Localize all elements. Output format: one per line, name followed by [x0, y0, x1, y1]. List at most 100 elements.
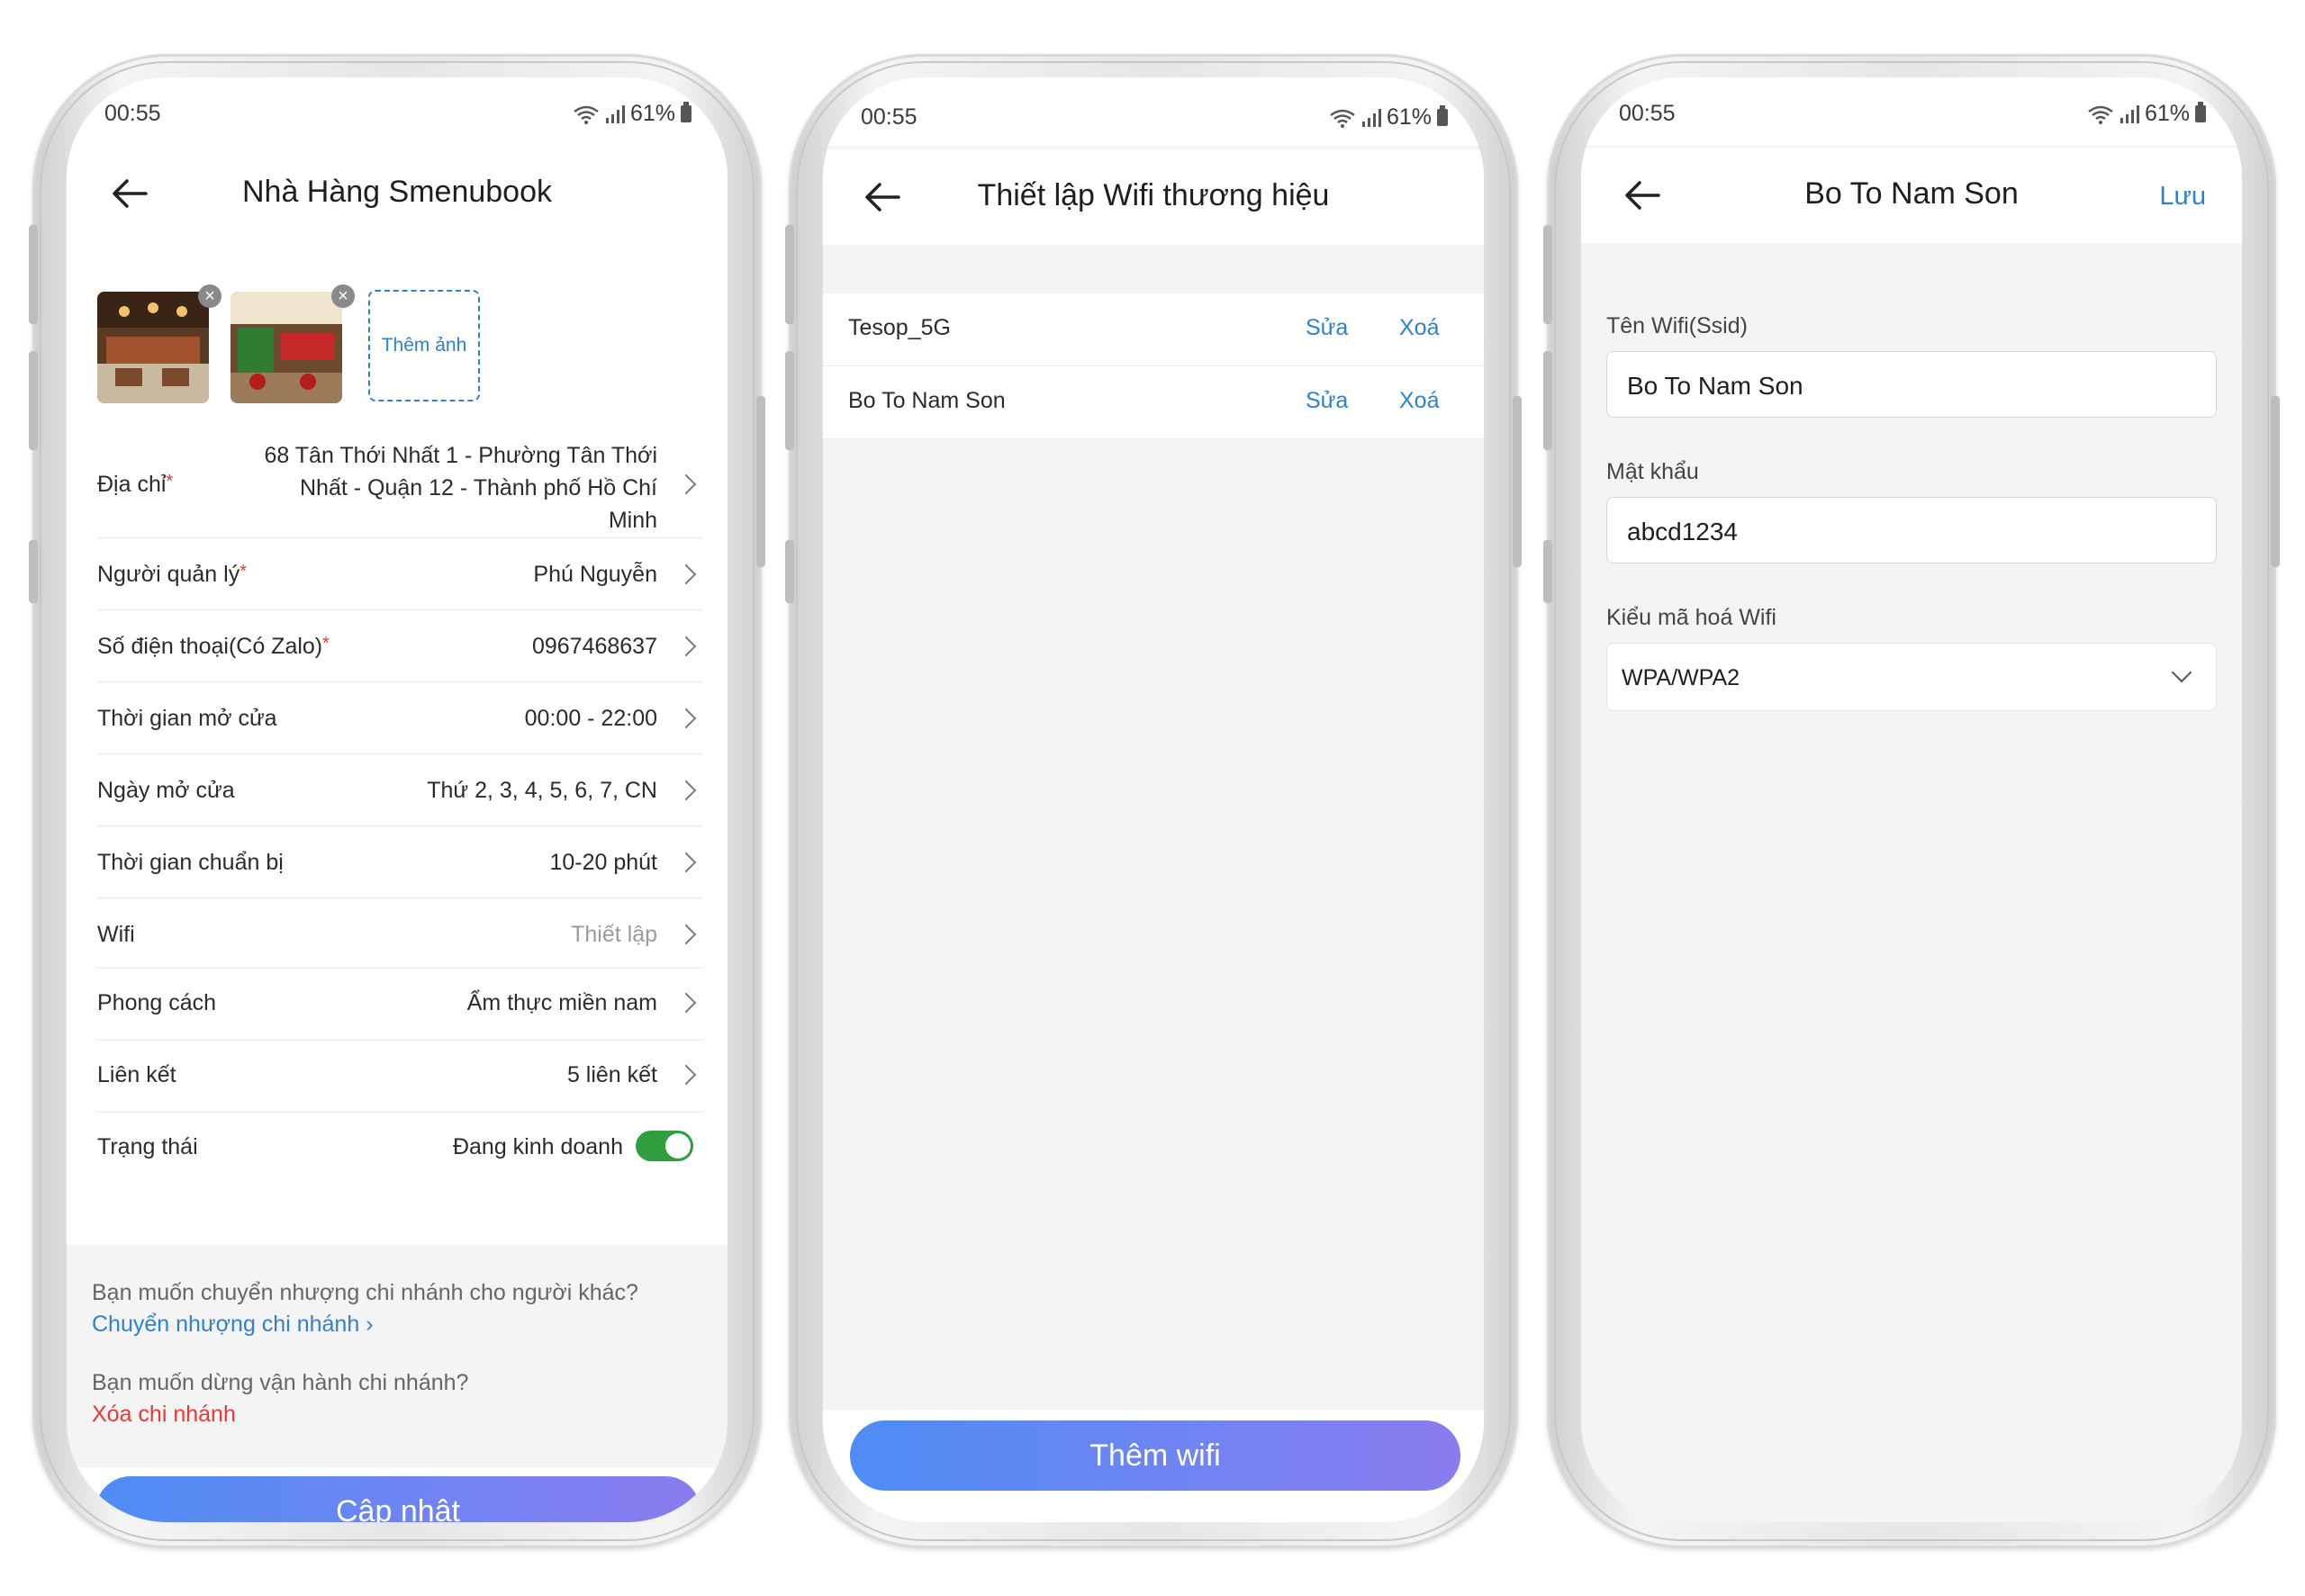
battery-level: 61%	[629, 101, 675, 126]
stop-question: Bạn muốn dừng vận hành chi nhánh?	[92, 1370, 469, 1395]
row-style[interactable]: Phong cách Ẩm thực miền nam	[97, 969, 702, 1041]
ssid-label: Tên Wifi(Ssid)	[1606, 313, 1748, 338]
transfer-branch-label: Chuyển nhượng chi nhánh	[92, 1312, 360, 1337]
delete-wifi-button[interactable]: Xoá	[1399, 388, 1439, 414]
delete-wifi-button[interactable]: Xoá	[1399, 315, 1439, 341]
status-time: 00:55	[1619, 101, 1676, 126]
wifi-list-item: Tesop_5G Sửa Xoá	[823, 293, 1484, 366]
row-wifi-label: Wifi	[97, 922, 135, 947]
restaurant-photo-1[interactable]	[97, 292, 209, 403]
row-opening-time-value: 00:00 - 22:00	[524, 706, 657, 731]
cell-signal-icon	[1361, 108, 1381, 127]
chevron-right-icon	[675, 992, 697, 1014]
bottom-action-bar: Thêm wifi	[823, 1410, 1484, 1522]
toggle-knob	[665, 1133, 691, 1159]
row-opening-days[interactable]: Ngày mở cửa Thứ 2, 3, 4, 5, 6, 7, CN	[97, 754, 702, 826]
chevron-right-icon	[675, 780, 697, 801]
update-button[interactable]: Cập nhật	[95, 1476, 701, 1522]
bottom-action-bar: Cập nhật	[67, 1467, 728, 1522]
row-address[interactable]: Địa chỉ* 68 Tân Thới Nhất 1 - Phường Tân…	[97, 428, 702, 538]
chevron-right-icon	[675, 473, 697, 495]
chevron-right-icon	[675, 708, 697, 729]
nav-bar: Thiết lập Wifi thương hiệu	[823, 149, 1484, 245]
row-prep-time[interactable]: Thời gian chuẩn bị 10-20 phút	[97, 826, 702, 898]
row-wifi[interactable]: Wifi Thiết lập	[97, 898, 702, 969]
required-mark: *	[166, 472, 174, 491]
battery-level: 61%	[2144, 101, 2190, 126]
wifi-signal-icon	[574, 105, 599, 124]
battery-icon	[681, 102, 692, 122]
chevron-right-icon	[675, 852, 697, 873]
wifi-name: Tesop_5G	[848, 315, 951, 340]
row-phone-value: 0967468637	[531, 634, 657, 659]
row-prep-time-value: 10-20 phút	[549, 850, 657, 875]
row-wifi-value: Thiết lập	[571, 922, 657, 947]
battery-level: 61%	[1386, 104, 1432, 130]
chevron-right-icon	[675, 924, 697, 945]
wifi-list: Tesop_5G Sửa Xoá Bo To Nam Son Sửa Xoá	[823, 293, 1484, 439]
phone-frame-1: 00:55 61% Nhà Hàng Smenubook × × Thêm ản…	[29, 54, 765, 1548]
required-mark: *	[322, 634, 330, 654]
status-bar: 00:55 61%	[823, 77, 1484, 146]
edit-wifi-button[interactable]: Sửa	[1306, 315, 1348, 341]
cell-signal-icon	[2120, 104, 2139, 123]
address-line-2: Nhất - Quận 12 - Thành phố Hồ Chí	[300, 475, 657, 500]
encryption-select[interactable]: WPA/WPA2	[1606, 643, 2217, 711]
wifi-list-item: Bo To Nam Son Sửa Xoá	[823, 366, 1484, 439]
status-toggle[interactable]	[636, 1131, 693, 1161]
status-time: 00:55	[104, 101, 161, 126]
row-links-label: Liên kết	[97, 1062, 176, 1087]
status-time: 00:55	[861, 104, 917, 130]
row-links-value: 5 liên kết	[566, 1062, 657, 1087]
encryption-label: Kiểu mã hoá Wifi	[1606, 605, 1776, 630]
chevron-right-icon	[675, 564, 697, 585]
row-phone[interactable]: Số điện thoại(Có Zalo)* 0967468637	[97, 610, 702, 682]
transfer-branch-link[interactable]: Chuyển nhượng chi nhánh ›	[92, 1312, 374, 1338]
wifi-signal-icon	[2088, 105, 2113, 124]
row-opening-time[interactable]: Thời gian mở cửa 00:00 - 22:00	[97, 682, 702, 754]
wifi-signal-icon	[1330, 109, 1355, 128]
transfer-question: Bạn muốn chuyển nhượng chi nhánh cho ngư…	[92, 1280, 638, 1305]
address-line-1: 68 Tân Thới Nhất 1 - Phường Tân Thới	[264, 443, 657, 468]
save-button[interactable]: Lưu	[2159, 182, 2206, 212]
add-wifi-button[interactable]: Thêm wifi	[850, 1420, 1460, 1491]
chevron-right-icon	[675, 1064, 697, 1086]
page-title: Nhà Hàng Smenubook	[241, 175, 552, 209]
password-field[interactable]: abcd1234	[1606, 497, 2217, 564]
status-bar: 00:55 61%	[1581, 77, 2242, 146]
phone-frame-2: 00:55 61% Thiết lập Wifi thương hiệu Tes…	[785, 54, 1522, 1548]
status-bar: 00:55 61%	[67, 77, 728, 146]
remove-photo-1-icon[interactable]: ×	[198, 284, 221, 308]
page-title: Thiết lập Wifi thương hiệu	[977, 178, 1330, 212]
screen-branch-info: 00:55 61% Nhà Hàng Smenubook × × Thêm ản…	[67, 77, 728, 1522]
row-prep-time-label: Thời gian chuẩn bị	[97, 850, 284, 875]
battery-icon	[2195, 102, 2206, 122]
cell-signal-icon	[605, 104, 625, 123]
chevron-down-icon	[2171, 662, 2192, 683]
row-manager[interactable]: Người quản lý* Phú Nguyễn	[97, 538, 702, 610]
screen-brand-wifi: 00:55 61% Thiết lập Wifi thương hiệu Tes…	[823, 77, 1484, 1522]
row-manager-value: Phú Nguyễn	[533, 562, 657, 587]
restaurant-photo-2[interactable]	[230, 292, 342, 403]
branch-form: × × Thêm ảnh Địa chỉ* 68 Tân Thới Nhất 1…	[67, 241, 728, 1245]
row-opening-days-value: Thứ 2, 3, 4, 5, 6, 7, CN	[427, 778, 657, 803]
ssid-value: Bo To Nam Son	[1627, 372, 1803, 400]
row-style-value: Ẩm thực miền nam	[466, 990, 657, 1015]
row-status-label: Trạng thái	[97, 1134, 198, 1159]
page-title: Bo To Nam Son	[1804, 176, 2019, 211]
encryption-value: WPA/WPA2	[1622, 665, 1740, 690]
row-opening-days-label: Ngày mở cửa	[97, 778, 235, 803]
edit-wifi-button[interactable]: Sửa	[1306, 388, 1348, 414]
add-photo-button[interactable]: Thêm ảnh	[368, 290, 480, 401]
row-links[interactable]: Liên kết 5 liên kết	[97, 1041, 702, 1113]
battery-icon	[1437, 105, 1448, 126]
password-label: Mật khẩu	[1606, 459, 1699, 484]
screen-wifi-detail: 00:55 61% Bo To Nam Son Lưu Tên Wifi(Ssi…	[1581, 77, 2242, 1522]
row-address-label: Địa chỉ	[97, 472, 167, 497]
remove-photo-2-icon[interactable]: ×	[331, 284, 355, 308]
row-status: Trạng thái Đang kinh doanh	[97, 1113, 702, 1185]
row-manager-label: Người quản lý	[97, 562, 240, 587]
ssid-field[interactable]: Bo To Nam Son	[1606, 351, 2217, 418]
delete-branch-link[interactable]: Xóa chi nhánh	[92, 1402, 236, 1428]
password-value: abcd1234	[1627, 518, 1739, 546]
